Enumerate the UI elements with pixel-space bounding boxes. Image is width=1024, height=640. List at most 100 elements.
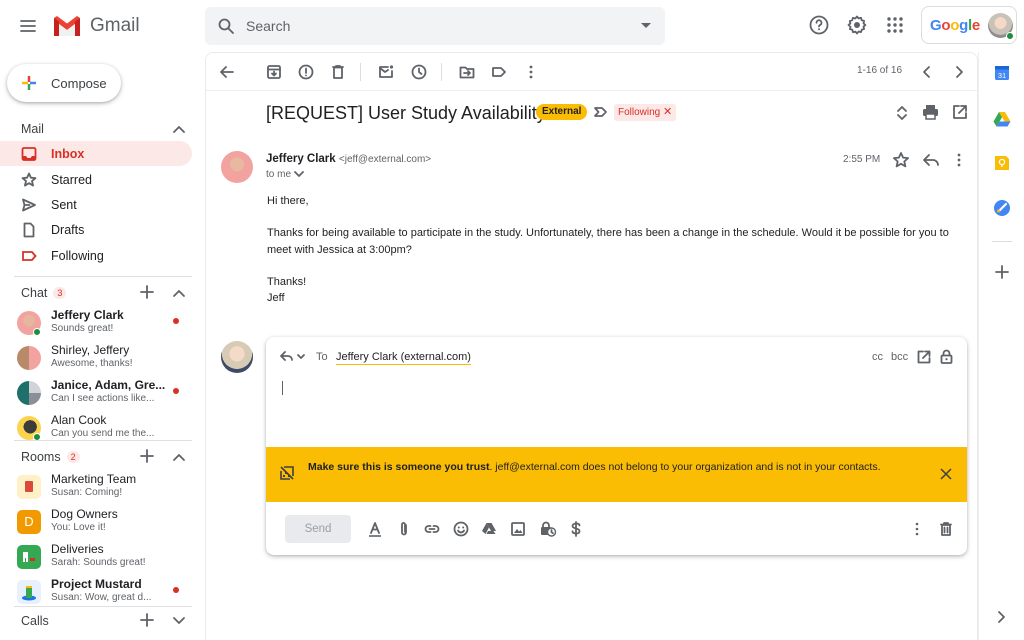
sender-name[interactable]: Jeffery Clark <jeff@external.com> [266, 153, 431, 165]
search-bar[interactable]: Search [205, 7, 665, 45]
add-call-icon[interactable] [140, 613, 154, 627]
send-button[interactable]: Send [285, 515, 351, 543]
warning-bold: Make sure this is someone you trust [308, 461, 490, 473]
settings-icon[interactable] [846, 14, 868, 36]
collapse-rooms-icon[interactable] [172, 452, 186, 462]
report-spam-icon[interactable] [297, 63, 315, 81]
side-panel: 31 [978, 52, 1024, 640]
account-switcher[interactable]: Google [921, 6, 1017, 44]
sidebar-item-starred[interactable]: Starred [0, 167, 192, 192]
apps-icon[interactable] [886, 16, 904, 34]
more-icon[interactable] [522, 63, 540, 81]
to-line: to me [266, 169, 292, 180]
room-item[interactable]: Marketing Team Susan: Coming! [0, 470, 195, 505]
next-icon[interactable] [950, 63, 968, 81]
open-in-new-window-icon[interactable] [952, 104, 968, 120]
search-icon[interactable] [217, 17, 235, 35]
user-avatar [221, 341, 253, 373]
formatting-options-icon[interactable] [367, 521, 383, 537]
mail-section-header[interactable]: Mail [21, 122, 44, 136]
archive-icon[interactable] [265, 63, 283, 81]
insert-drive-icon[interactable] [481, 521, 497, 537]
sidebar-item-drafts[interactable]: Drafts [0, 217, 192, 242]
sidebar-item-inbox[interactable]: Inbox [0, 141, 192, 166]
room-item[interactable]: D Dog Owners You: Love it! [0, 505, 195, 540]
room-item[interactable]: Deliveries Sarah: Sounds great! [0, 540, 195, 575]
add-addon-icon[interactable] [995, 265, 1009, 279]
collapse-mail-icon[interactable] [172, 124, 186, 134]
search-options-icon[interactable] [641, 23, 651, 29]
expand-all-icon[interactable] [895, 105, 909, 121]
email-time: 2:55 PM [843, 154, 881, 165]
add-chat-icon[interactable] [140, 285, 154, 299]
divider [992, 241, 1012, 242]
sender-avatar[interactable] [221, 151, 253, 183]
attach-file-icon[interactable] [396, 521, 412, 537]
delete-icon[interactable] [329, 63, 347, 81]
chat-section-header[interactable]: Chat 3 [21, 286, 67, 300]
sidebar-item-following[interactable]: Following [0, 243, 192, 268]
chat-item[interactable]: Shirley, Jeffery Awesome, thanks! [0, 341, 195, 376]
add-room-icon[interactable] [140, 449, 154, 463]
send-money-icon[interactable] [569, 521, 583, 537]
move-to-icon[interactable] [458, 63, 476, 81]
confidential-mode-icon[interactable] [940, 349, 953, 364]
keep-icon[interactable] [994, 155, 1010, 171]
print-icon[interactable] [922, 104, 939, 120]
chat-item[interactable]: Jeffery Clark Sounds great! [0, 306, 195, 341]
gmail-logo[interactable] [52, 14, 82, 38]
labels-icon[interactable] [490, 63, 508, 81]
reply-icon[interactable] [922, 151, 940, 169]
recipients-toggle[interactable]: to me [266, 169, 304, 180]
reply-text-input[interactable] [282, 381, 283, 395]
chat-snippet: Can I see actions like... [51, 393, 155, 404]
section-label: Mail [21, 122, 44, 136]
divider [14, 606, 192, 607]
inbox-icon [21, 146, 37, 162]
bcc-button[interactable]: bcc [891, 351, 908, 363]
email-body: Hi there, Thanks for being available to … [267, 193, 957, 307]
top-header: Gmail Search Google [0, 0, 1024, 52]
compose-button[interactable]: Compose [7, 64, 121, 102]
rooms-section-header[interactable]: Rooms 2 [21, 450, 80, 464]
expand-calls-icon[interactable] [172, 616, 186, 626]
pop-out-icon[interactable] [917, 350, 931, 364]
star-icon[interactable] [892, 151, 910, 169]
draft-icon [21, 222, 37, 238]
cc-button[interactable]: cc [872, 351, 883, 363]
reply-type-icon[interactable] [280, 350, 308, 364]
collapse-chat-icon[interactable] [172, 288, 186, 298]
discard-draft-icon[interactable] [938, 521, 954, 537]
expand-panel-icon[interactable] [997, 610, 1007, 624]
more-options-icon[interactable] [950, 151, 968, 169]
room-icon [17, 580, 41, 604]
insert-photo-icon[interactable] [510, 521, 526, 537]
compose-plus-icon [21, 75, 37, 91]
room-item[interactable]: Project Mustard Susan: Wow, great d... [0, 575, 195, 610]
prev-icon[interactable] [918, 63, 936, 81]
tasks-icon[interactable] [993, 199, 1011, 217]
compose-label: Compose [51, 76, 107, 91]
dismiss-warning-icon[interactable] [940, 468, 952, 480]
back-icon[interactable] [218, 63, 236, 81]
help-icon[interactable] [808, 14, 830, 36]
mark-unread-icon[interactable] [377, 63, 395, 81]
chat-item[interactable]: Janice, Adam, Gre... Can I see actions l… [0, 376, 195, 411]
sidebar-item-sent[interactable]: Sent [0, 192, 192, 217]
more-compose-options-icon[interactable] [909, 521, 925, 537]
insert-link-icon[interactable] [424, 521, 440, 537]
label-chip-following[interactable]: Following ✕ [614, 104, 677, 121]
calendar-icon[interactable]: 31 [994, 65, 1010, 81]
calls-section-header[interactable]: Calls [21, 614, 49, 628]
remove-label-icon[interactable]: ✕ [663, 106, 672, 118]
online-status-dot [1006, 32, 1014, 40]
importance-marker-icon[interactable] [593, 105, 608, 119]
drive-icon[interactable] [993, 111, 1011, 127]
recipient-chip[interactable]: Jeffery Clark (external.com) [336, 351, 471, 365]
search-input[interactable]: Search [246, 18, 290, 34]
online-status-dot [33, 328, 41, 336]
insert-emoji-icon[interactable] [453, 521, 469, 537]
snooze-icon[interactable] [410, 63, 428, 81]
confidential-toggle-icon[interactable] [539, 521, 557, 537]
menu-icon[interactable] [18, 16, 38, 36]
